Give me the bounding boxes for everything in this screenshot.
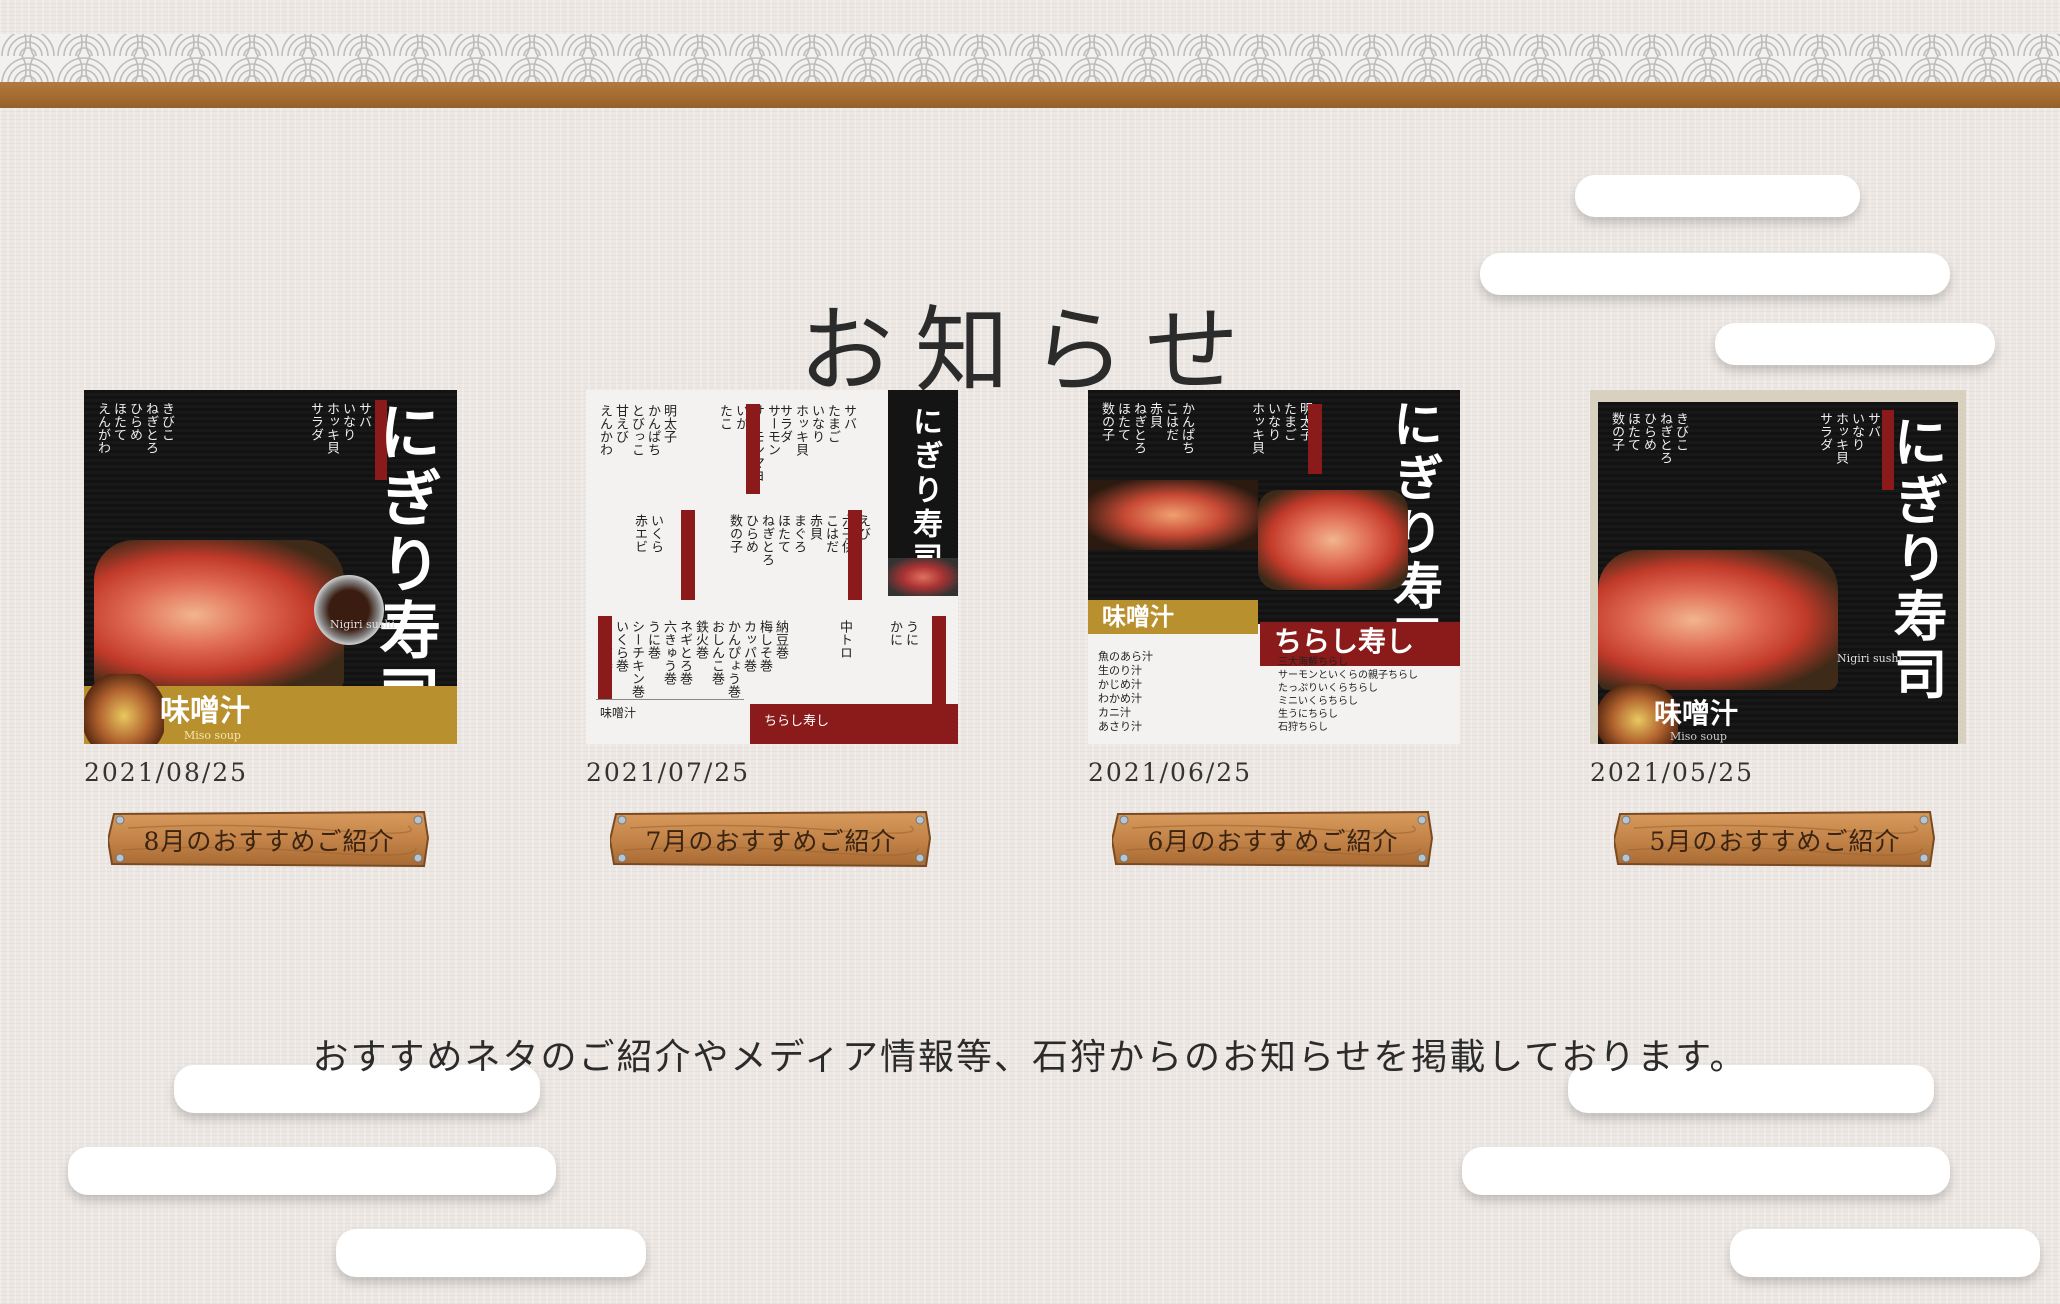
section-description: おすすめネタのご紹介やメディア情報等、石狩からのお知らせを掲載しております。 <box>312 1037 1748 1078</box>
thumbnail-menu-title: にぎり寿司 <box>368 400 441 730</box>
thumbnail-caption: Miso soup <box>1670 730 1727 743</box>
thumbnail-latin: Nigiri sushi <box>1837 652 1902 665</box>
thumbnail-caption: Miso soup <box>184 729 241 742</box>
thumbnail-latin: Nigiri sushi <box>330 618 395 631</box>
news-date: 2021/07/25 <box>586 758 751 787</box>
thumbnail-sub-title: 味噌汁 <box>160 694 250 729</box>
thumbnail-caption: ちらし寿し <box>750 704 958 744</box>
wood-stripe <box>0 82 2060 108</box>
thumbnail-sub-title: 味噌汁 <box>596 699 744 730</box>
news-link-label: 7月のおすすめご紹介 <box>645 827 897 856</box>
news-link-button[interactable]: 5月のおすすめご紹介 <box>1614 810 1936 868</box>
thumbnail-menu-title: にぎり寿司 <box>907 406 942 576</box>
news-link-button[interactable]: 6月のおすすめご紹介 <box>1112 810 1434 868</box>
news-date: 2021/06/25 <box>1088 758 1253 787</box>
news-link-button[interactable]: 8月のおすすめご紹介 <box>108 810 430 868</box>
thumbnail-caption: ちらし寿し <box>1274 625 1415 658</box>
news-link-label: 5月のおすすめご紹介 <box>1649 827 1901 856</box>
news-date: 2021/05/25 <box>1590 758 1755 787</box>
thumbnail-sub-title: 味噌汁 <box>1654 697 1739 730</box>
news-thumbnail-image[interactable]: サバ いなり ホッキ貝 サラダ きびこ ねぎとろ ひらめ ほたて 数の子 にぎり寿司 Nigi… <box>1590 390 1966 744</box>
news-date: 2021/08/25 <box>84 758 249 787</box>
news-thumbnail-image[interactable]: サバ いなり ホッキ貝 サラダ きびこ ねぎとろ ひらめ ほたて えんがわ にぎり寿司 味噌汁… <box>84 390 457 744</box>
thumbnail-sub-title: 味噌汁 <box>1102 602 1174 631</box>
news-link-button[interactable]: 7月のおすすめご紹介 <box>610 810 932 868</box>
news-link-label: 8月のおすすめご紹介 <box>143 827 395 856</box>
news-thumbnail-image[interactable]: にぎり寿司 明太子かんぱちとびっこ甘えびえんかわ サーモンサーモンマヨいかたこ … <box>586 390 958 744</box>
news-link-label: 6月のおすすめご紹介 <box>1147 827 1399 856</box>
news-thumbnail-image[interactable]: にぎり寿司 かんぱち こはだ 赤貝 ねぎとろ ほたて 数の子 明太子 たまご いなり ホッキ貝 … <box>1088 390 1460 744</box>
